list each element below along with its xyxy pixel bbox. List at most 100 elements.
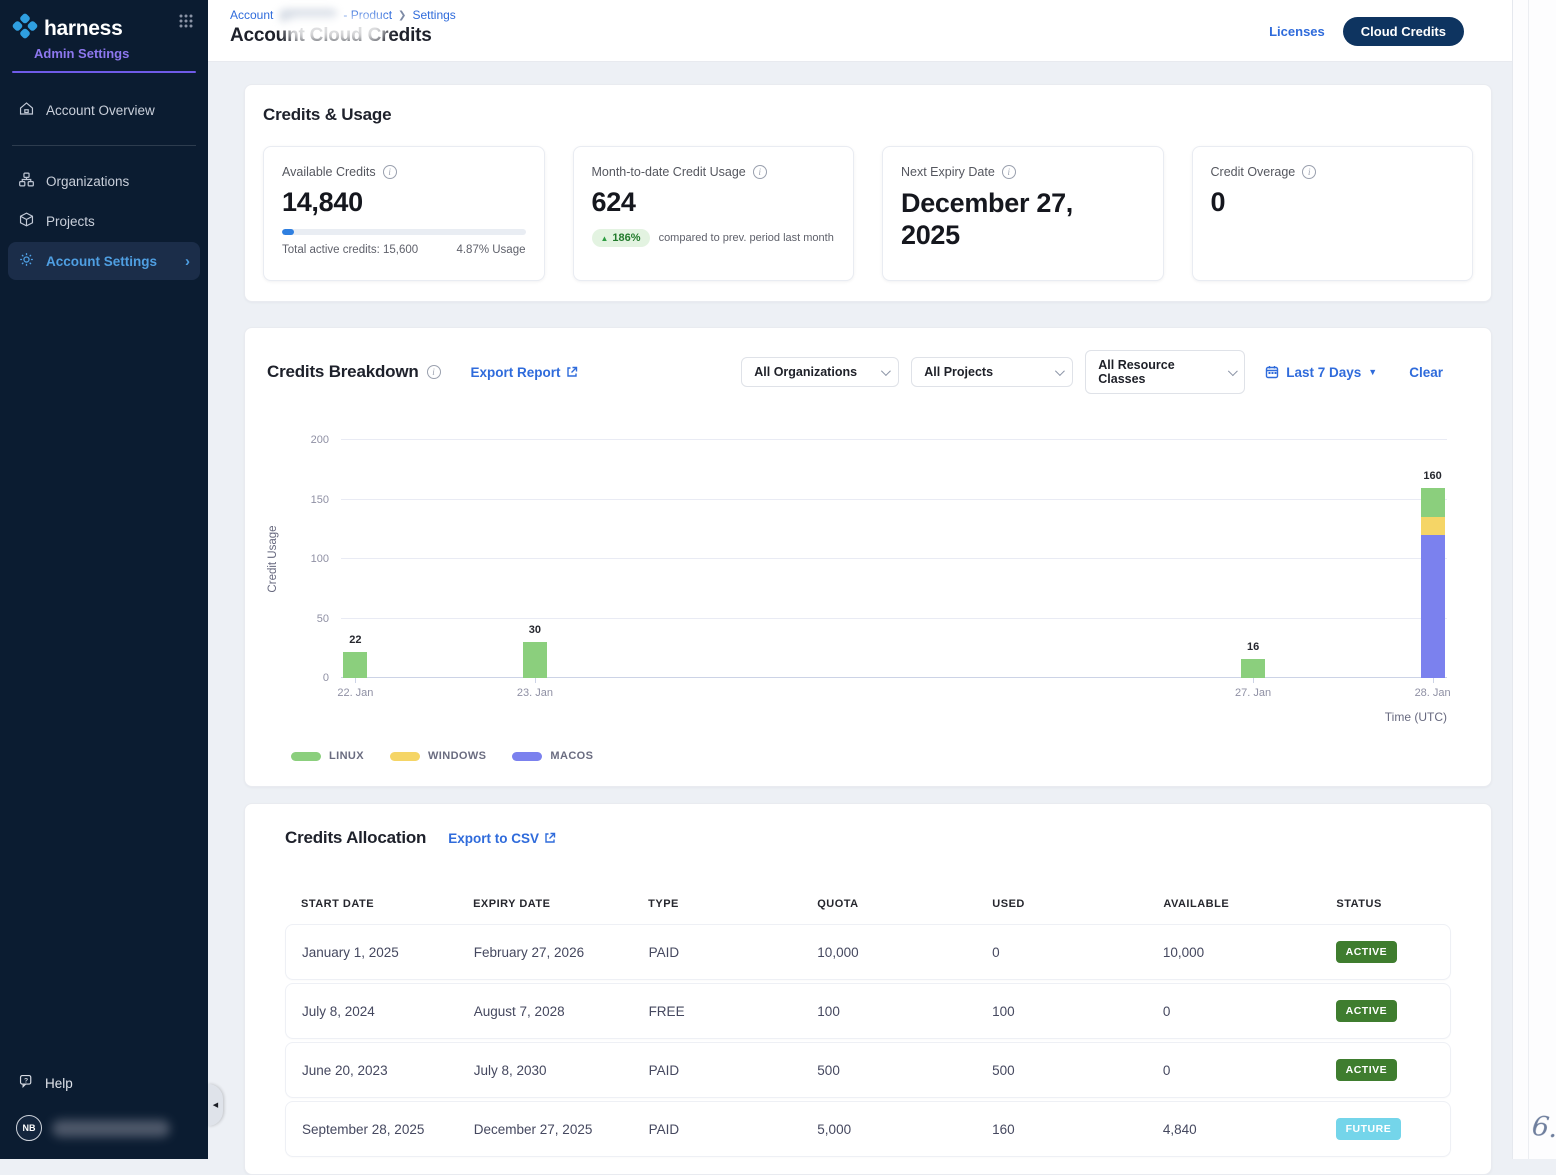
bar-segment-linux[interactable]	[343, 652, 367, 678]
sidebar-item-account-overview[interactable]: Account Overview	[8, 91, 200, 129]
bar-segment-linux[interactable]	[523, 642, 547, 678]
info-icon[interactable]: i	[383, 165, 397, 179]
cell-used: 100	[976, 1004, 1147, 1019]
main-content: Account - Product ❯ Settings Account Clo…	[208, 0, 1512, 1159]
breadcrumb-settings[interactable]: Settings	[412, 8, 455, 22]
credits-breakdown-section: Credits Breakdown i Export Report All Or…	[244, 327, 1492, 787]
date-range-value: Last 7 Days	[1286, 365, 1361, 380]
cell-used: 0	[976, 945, 1147, 960]
export-csv-link[interactable]: Export to CSV	[448, 831, 556, 846]
cell-type: FREE	[633, 1004, 802, 1019]
cloud-credits-button[interactable]: Cloud Credits	[1343, 17, 1464, 46]
bar-22Jan[interactable]	[343, 652, 367, 678]
cell-start: January 1, 2025	[286, 945, 458, 960]
chevron-down-icon	[1055, 366, 1065, 376]
annotation-mark: 6.	[1530, 1111, 1556, 1145]
cell-quota: 100	[801, 1004, 976, 1019]
bar-28Jan[interactable]	[1421, 488, 1445, 678]
clear-filters-button[interactable]: Clear	[1409, 365, 1443, 380]
bar-segment-macos[interactable]	[1421, 535, 1445, 678]
help-button[interactable]: ? Help	[0, 1063, 208, 1103]
cell-start: September 28, 2025	[286, 1122, 458, 1137]
sidebar-item-label: Account Overview	[46, 103, 155, 118]
bar-27Jan[interactable]	[1241, 659, 1265, 678]
credits-allocation-title: Credits Allocation	[285, 828, 426, 848]
delta-note: compared to prev. period last month	[659, 232, 834, 244]
delta-percent: 186%	[612, 232, 640, 244]
column-header: QUOTA	[801, 898, 976, 910]
bar-value-label: 16	[1247, 641, 1259, 653]
breadcrumb-account[interactable]: Account	[230, 8, 273, 22]
breadcrumb-product[interactable]: - Product	[343, 8, 392, 22]
credits-progress-fill	[282, 229, 294, 235]
projects-filter[interactable]: All Projects	[911, 357, 1073, 387]
cell-quota: 500	[801, 1063, 976, 1078]
y-tick-label: 50	[317, 613, 329, 625]
cell-expiry: February 27, 2026	[458, 945, 633, 960]
scrollbar-gutter[interactable]	[1512, 0, 1556, 1159]
cell-type: PAID	[633, 1063, 802, 1078]
legend-swatch	[390, 752, 420, 761]
cube-icon	[18, 211, 35, 231]
date-range-button[interactable]: Last 7 Days ▼	[1265, 365, 1377, 380]
column-header: USED	[976, 898, 1147, 910]
legend-item-linux[interactable]: LINUX	[291, 750, 364, 762]
calendar-icon	[1265, 365, 1279, 379]
stat-available-credits: Available Credits i 14,840 Total active …	[263, 146, 545, 281]
sidebar-item-projects[interactable]: Projects	[8, 202, 200, 240]
app-grid-icon[interactable]	[178, 13, 194, 34]
avatar[interactable]: NB	[16, 1115, 42, 1141]
export-csv-label: Export to CSV	[448, 831, 539, 846]
gridline	[341, 558, 1447, 559]
info-icon[interactable]: i	[427, 365, 441, 379]
table-row: July 8, 2024August 7, 2028FREE1001000ACT…	[285, 983, 1451, 1039]
organizations-filter-value: All Organizations	[754, 365, 857, 379]
cell-start: July 8, 2024	[286, 1004, 458, 1019]
harness-logo-icon	[12, 13, 38, 44]
external-link-icon	[566, 366, 578, 378]
sidebar-item-organizations[interactable]: Organizations	[8, 162, 200, 200]
projects-filter-value: All Projects	[924, 365, 993, 379]
x-tick-label: 22. Jan	[337, 687, 373, 699]
info-icon[interactable]: i	[1302, 165, 1316, 179]
cell-available: 4,840	[1147, 1122, 1320, 1137]
usage-percent: 4.87% Usage	[456, 244, 525, 256]
legend-item-windows[interactable]: WINDOWS	[390, 750, 486, 762]
gear-icon	[18, 251, 35, 271]
total-active-credits: Total active credits: 15,600	[282, 244, 418, 256]
help-chat-icon: ?	[18, 1073, 35, 1093]
organizations-filter[interactable]: All Organizations	[741, 357, 899, 387]
stat-label: Available Credits	[282, 165, 376, 179]
cell-expiry: July 8, 2030	[458, 1063, 633, 1078]
stat-label: Next Expiry Date	[901, 165, 995, 179]
info-icon[interactable]: i	[753, 165, 767, 179]
x-axis-line	[341, 677, 1447, 678]
status-badge: FUTURE	[1336, 1118, 1402, 1140]
bar-23Jan[interactable]	[523, 642, 547, 678]
cell-expiry: December 27, 2025	[458, 1122, 633, 1137]
bar-segment-linux[interactable]	[1241, 659, 1265, 678]
sidebar-item-label: Organizations	[46, 174, 129, 189]
x-axis-title: Time (UTC)	[245, 710, 1447, 724]
column-header: AVAILABLE	[1147, 898, 1320, 910]
info-icon[interactable]: i	[1002, 165, 1016, 179]
cell-used: 500	[976, 1063, 1147, 1078]
sidebar-item-account-settings[interactable]: Account Settings ›	[8, 242, 200, 280]
bar-segment-windows[interactable]	[1421, 517, 1445, 535]
export-report-link[interactable]: Export Report	[471, 365, 578, 380]
legend-item-macos[interactable]: MACOS	[512, 750, 593, 762]
user-account-row[interactable]: NB	[0, 1103, 208, 1145]
table-row: September 28, 2025December 27, 2025PAID5…	[285, 1101, 1451, 1157]
legend-swatch	[512, 752, 542, 761]
licenses-link[interactable]: Licenses	[1269, 24, 1325, 39]
stat-mtd-usage: Month-to-date Credit Usage i 624 ▲ 186% …	[573, 146, 855, 281]
stat-label: Month-to-date Credit Usage	[592, 165, 746, 179]
bar-segment-linux[interactable]	[1421, 488, 1445, 518]
allocation-table: START DATEEXPIRY DATETYPEQUOTAUSEDAVAILA…	[285, 898, 1451, 1157]
resource-classes-filter[interactable]: All Resource Classes	[1085, 350, 1245, 394]
credits-usage-title: Credits & Usage	[263, 105, 1473, 125]
x-tick-mark	[1433, 678, 1434, 683]
gridline	[341, 618, 1447, 619]
cell-quota: 10,000	[801, 945, 976, 960]
caret-down-icon: ▼	[1368, 367, 1377, 377]
